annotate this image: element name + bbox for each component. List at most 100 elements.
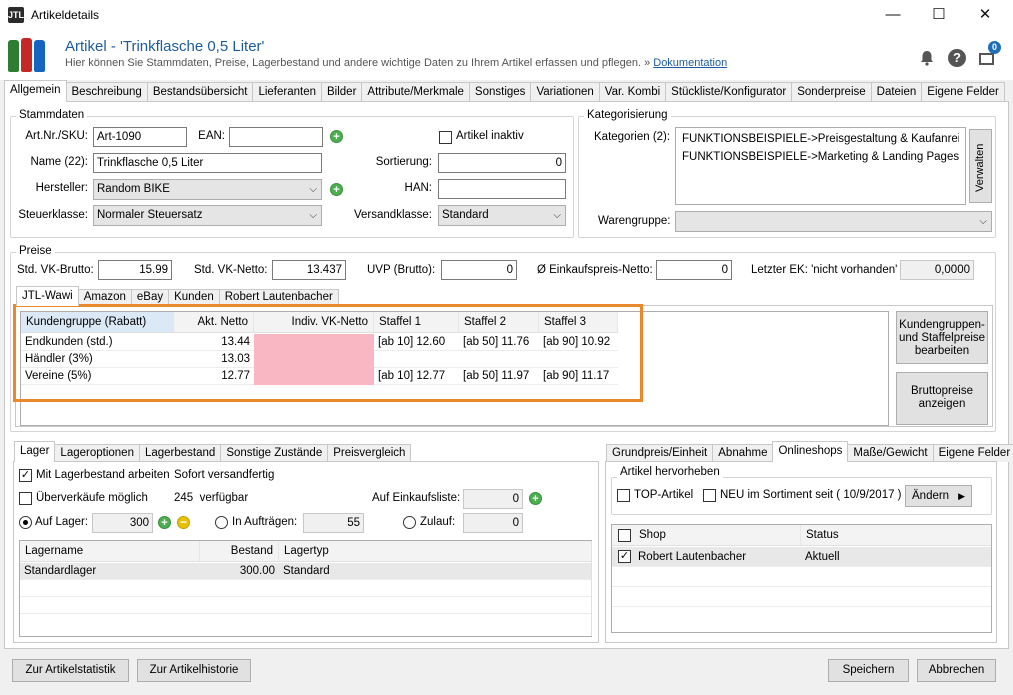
header-shop[interactable]: Shop (634, 525, 801, 545)
vk-brutto-field[interactable]: 15.99 (98, 260, 172, 280)
tab-sonstiges[interactable]: Sonstiges (468, 82, 532, 102)
maximize-button[interactable]: ☐ (916, 0, 962, 30)
right-tabs: Grundpreis/Einheit Abnahme Onlineshops M… (606, 441, 1013, 462)
shops-grid[interactable]: Shop Status ✓ Robert Lautenbacher Aktuel… (611, 524, 992, 633)
verfuegbar-label: 245 verfügbar (174, 492, 249, 504)
grid-header: Lagername Bestand Lagertyp (20, 541, 591, 562)
add-ean-icon[interactable]: + (330, 130, 343, 143)
in-auftraegen-radio[interactable] (215, 516, 228, 529)
list-item[interactable]: FUNKTIONSBEISPIELE->Marketing & Landing … (682, 148, 959, 166)
header-lagername[interactable]: Lagername (20, 541, 200, 561)
ean-field[interactable] (229, 127, 323, 147)
add-hersteller-icon[interactable]: + (330, 183, 343, 196)
tab-grundpreis[interactable]: Grundpreis/Einheit (606, 444, 714, 462)
kategorien-list[interactable]: FUNKTIONSBEISPIELE->Preisgestaltung & Ka… (675, 127, 966, 205)
tab-masse-gewicht[interactable]: Maße/Gewicht (847, 444, 934, 462)
tab-stueckliste[interactable]: Stückliste/Konfigurator (665, 82, 793, 102)
tab-sonstige-zustaende[interactable]: Sonstige Zustände (220, 444, 329, 462)
cell-shop: Robert Lautenbacher (638, 551, 747, 563)
header-bestand[interactable]: Bestand (200, 541, 279, 561)
auf-lager-field: 300 (92, 513, 153, 533)
title-bar: JTL Artikeldetails — ☐ ✕ (0, 0, 1013, 30)
header-lagertyp[interactable]: Lagertyp (279, 541, 591, 561)
steuerklasse-select[interactable]: Normaler Steuersatz ⌵ (93, 205, 322, 226)
documentation-link[interactable]: Dokumentation (653, 57, 727, 69)
han-field[interactable] (438, 179, 566, 199)
tab-jtl-wawi[interactable]: JTL-Wawi (16, 286, 79, 306)
artikelstatistik-button[interactable]: Zur Artikelstatistik (12, 659, 129, 682)
ueberverkaeufe-checkbox[interactable] (19, 492, 32, 505)
tab-allgemein[interactable]: Allgemein (4, 80, 67, 102)
tab-variationen[interactable]: Variationen (530, 82, 600, 102)
cell-status: Aktuell (805, 551, 840, 563)
in-auftraegen-field: 55 (303, 513, 364, 533)
top-artikel-checkbox[interactable] (617, 489, 630, 502)
tab-onlineshops[interactable]: Onlineshops (772, 441, 849, 462)
minimize-button[interactable]: — (870, 0, 916, 30)
versandklasse-label: Versandklasse: (354, 209, 432, 221)
mit-lagerbestand-checkbox[interactable]: ✓ (19, 469, 32, 482)
tab-lager[interactable]: Lager (14, 441, 56, 462)
chevron-down-icon: ⌵ (979, 216, 987, 227)
minus-icon[interactable]: − (177, 516, 190, 529)
close-button[interactable]: ✕ (962, 0, 1008, 30)
uvp-field[interactable]: 0 (441, 260, 517, 280)
table-row[interactable]: Standardlager 300.00 Standard (20, 563, 591, 580)
artikelhistorie-button[interactable]: Zur Artikelhistorie (137, 659, 251, 682)
save-button[interactable]: Speichern (828, 659, 909, 682)
page-subtitle: Hier können Sie Stammdaten, Preise, Lage… (65, 57, 728, 69)
tab-var-kombi[interactable]: Var. Kombi (598, 82, 667, 102)
tab-sonderpreise[interactable]: Sonderpreise (791, 82, 872, 102)
hervorheben-legend: Artikel hervorheben (617, 466, 723, 478)
list-item[interactable]: FUNKTIONSBEISPIELE->Preisgestaltung & Ka… (682, 130, 959, 148)
auf-lager-radio[interactable] (19, 516, 32, 529)
bruttopreise-button[interactable]: Bruttopreise anzeigen (896, 372, 988, 425)
einkaufsliste-field: 0 (463, 489, 523, 509)
tab-lageroptionen[interactable]: Lageroptionen (54, 444, 140, 462)
artnr-field[interactable]: Art-1090 (93, 127, 187, 147)
help-icon[interactable]: ? (948, 49, 966, 67)
plus-icon[interactable]: + (158, 516, 171, 529)
tab-beschreibung[interactable]: Beschreibung (65, 82, 148, 102)
notification-badge: 0 (988, 41, 1001, 54)
ek-netto-field[interactable]: 0 (656, 260, 732, 280)
table-row[interactable]: ✓ Robert Lautenbacher Aktuell (612, 547, 991, 567)
header-status[interactable]: Status (801, 525, 991, 545)
cancel-button[interactable]: Abbrechen (917, 659, 996, 682)
tab-lieferanten[interactable]: Lieferanten (252, 82, 322, 102)
tab-abnahme[interactable]: Abnahme (712, 444, 774, 462)
sortierung-field[interactable]: 0 (438, 153, 566, 173)
hersteller-select[interactable]: Random BIKE ⌵ (93, 179, 322, 200)
kategorien-label: Kategorien (2): (594, 131, 671, 143)
aendern-button[interactable]: Ändern ▶ (905, 485, 972, 507)
verwalten-button[interactable]: Verwalten (969, 129, 992, 203)
select-all-checkbox[interactable] (618, 529, 631, 542)
tab-eigene-felder-right[interactable]: Eigene Felder (932, 444, 1013, 462)
tab-eigene-felder[interactable]: Eigene Felder (921, 82, 1005, 102)
name-field[interactable]: Trinkflasche 0,5 Liter (93, 153, 322, 173)
vk-netto-label: Std. VK-Netto: (194, 264, 268, 276)
tab-bilder[interactable]: Bilder (321, 82, 363, 102)
page-header: Artikel - 'Trinkflasche 0,5 Liter' Hier … (0, 30, 1013, 80)
bell-icon[interactable] (919, 50, 935, 66)
tab-lagerbestand[interactable]: Lagerbestand (138, 444, 222, 462)
kundengruppen-staffelpreise-button[interactable]: Kundengruppen- und Staffelpreise bearbei… (896, 311, 988, 364)
lager-grid[interactable]: Lagername Bestand Lagertyp Standardlager… (19, 540, 592, 637)
zulauf-label: Zulauf: (420, 516, 456, 528)
tab-attribute[interactable]: Attribute/Merkmale (361, 82, 470, 102)
tab-preisvergleich[interactable]: Preisvergleich (327, 444, 412, 462)
zulauf-radio[interactable] (403, 516, 416, 529)
steuerklasse-label: Steuerklasse: (18, 209, 88, 221)
tab-dateien[interactable]: Dateien (870, 82, 923, 102)
vk-netto-field[interactable]: 13.437 (272, 260, 346, 280)
shop-checkbox[interactable]: ✓ (618, 550, 631, 563)
add-einkaufsliste-icon[interactable]: + (529, 492, 542, 505)
inaktiv-checkbox[interactable] (439, 131, 452, 144)
preise-legend: Preise (16, 245, 55, 257)
warengruppe-select[interactable]: ⌵ (675, 211, 992, 232)
in-auftraegen-label: In Aufträgen: (232, 516, 298, 528)
tab-bestandsuebersicht[interactable]: Bestandsübersicht (146, 82, 254, 102)
versandklasse-select[interactable]: Standard ⌵ (438, 205, 566, 226)
neu-checkbox[interactable] (703, 489, 716, 502)
highlight-frame (13, 304, 643, 402)
